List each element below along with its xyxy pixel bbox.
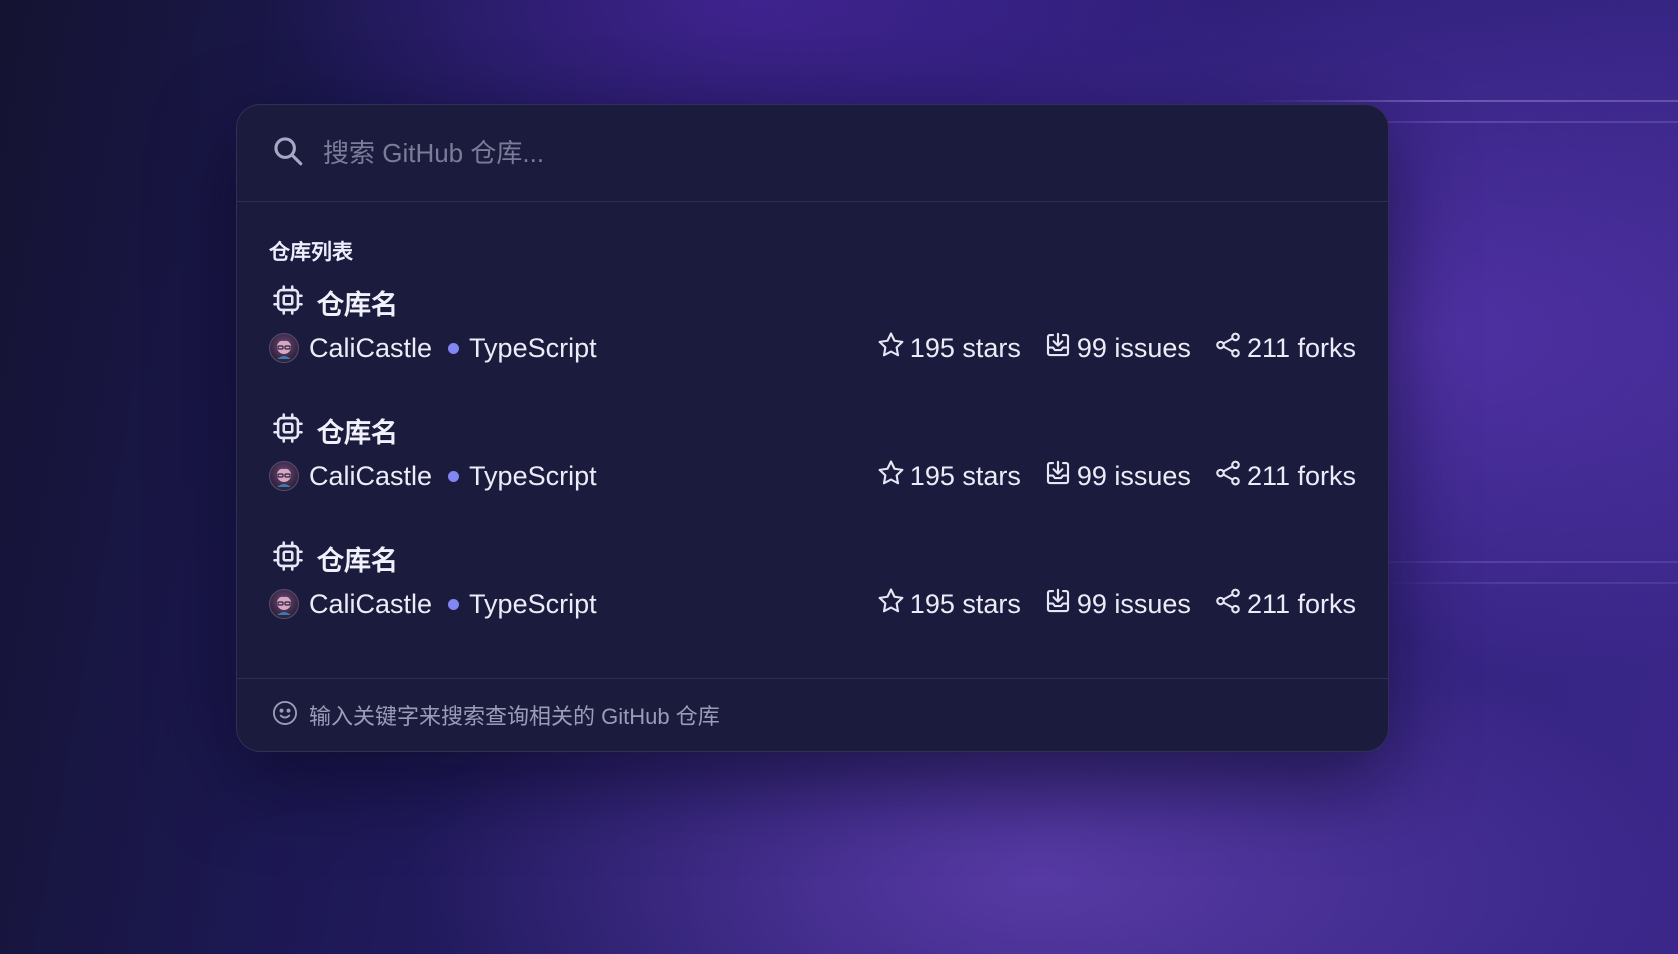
- footer-hint: 输入关键字来搜索查询相关的 GitHub 仓库: [237, 678, 1388, 751]
- issues-stat: 99 issues: [1043, 330, 1191, 367]
- language-dot: [448, 342, 460, 354]
- repo-owner: CaliCastle: [309, 588, 433, 619]
- cpu-chip-icon: [269, 539, 305, 578]
- repo-language: TypeScript: [469, 332, 597, 363]
- repo-stats: 195 stars 99 issues 211 forks: [876, 586, 1356, 623]
- search-bar: [237, 105, 1388, 202]
- avatar: [269, 333, 299, 363]
- issues-stat: 99 issues: [1043, 586, 1191, 623]
- forks-stat: 211 forks: [1213, 458, 1356, 495]
- background-streak: [1378, 582, 1678, 584]
- repo-name: 仓库名: [317, 417, 398, 448]
- share-icon: [1213, 458, 1247, 495]
- inbox-arrow-down-icon: [1043, 330, 1077, 367]
- cpu-chip-icon: [269, 411, 305, 450]
- repo-owner: CaliCastle: [309, 460, 433, 491]
- forks-count: 211 forks: [1246, 460, 1356, 491]
- language-dot: [448, 598, 460, 610]
- stars-stat: 195 stars: [876, 330, 1021, 367]
- stars-stat: 195 stars: [876, 458, 1021, 495]
- star-icon: [876, 586, 910, 623]
- forks-stat: 211 forks: [1213, 330, 1356, 367]
- stars-count: 195 stars: [909, 460, 1021, 491]
- share-icon: [1213, 330, 1247, 367]
- search-icon: [271, 134, 305, 173]
- forks-count: 211 forks: [1246, 332, 1356, 363]
- repo-stats: 195 stars 99 issues 211 forks: [876, 458, 1356, 495]
- smiley-face-icon: [271, 699, 299, 732]
- stars-count: 195 stars: [909, 332, 1021, 363]
- repo-stats: 195 stars 99 issues 211 forks: [876, 330, 1356, 367]
- forks-stat: 211 forks: [1213, 586, 1356, 623]
- search-input[interactable]: [323, 137, 1388, 169]
- issues-count: 99 issues: [1076, 332, 1191, 363]
- avatar: [269, 589, 299, 619]
- background-streak: [1248, 100, 1678, 102]
- issues-count: 99 issues: [1076, 588, 1191, 619]
- repo-language: TypeScript: [469, 588, 597, 619]
- repo-name: 仓库名: [317, 545, 398, 576]
- share-icon: [1213, 586, 1247, 623]
- repo-owner: CaliCastle: [309, 332, 433, 363]
- cpu-chip-icon: [269, 283, 305, 322]
- stars-stat: 195 stars: [876, 586, 1021, 623]
- star-icon: [876, 330, 910, 367]
- stars-count: 195 stars: [909, 588, 1021, 619]
- command-palette: 仓库列表 仓库名 CaliCastle: [236, 104, 1389, 752]
- star-icon: [876, 458, 910, 495]
- repo-item[interactable]: 仓库名 CaliCastle TypeScript 195 stars 99 i: [269, 282, 1356, 410]
- forks-count: 211 forks: [1246, 588, 1356, 619]
- repo-item[interactable]: 仓库名 CaliCastle TypeScript 195 stars 99 i: [269, 538, 1356, 666]
- repo-item[interactable]: 仓库名 CaliCastle TypeScript 195 stars 99 i: [269, 410, 1356, 538]
- section-title: 仓库列表: [269, 241, 353, 264]
- avatar: [269, 461, 299, 491]
- language-dot: [448, 470, 460, 482]
- repo-name: 仓库名: [317, 289, 398, 320]
- background-streak: [1348, 561, 1678, 563]
- inbox-arrow-down-icon: [1043, 586, 1077, 623]
- repo-language: TypeScript: [469, 460, 597, 491]
- repo-list: 仓库列表 仓库名 CaliCastle TypeScript 195 stars…: [237, 202, 1388, 666]
- issues-stat: 99 issues: [1043, 458, 1191, 495]
- footer-text: 输入关键字来搜索查询相关的 GitHub 仓库: [309, 704, 720, 729]
- issues-count: 99 issues: [1076, 460, 1191, 491]
- inbox-arrow-down-icon: [1043, 458, 1077, 495]
